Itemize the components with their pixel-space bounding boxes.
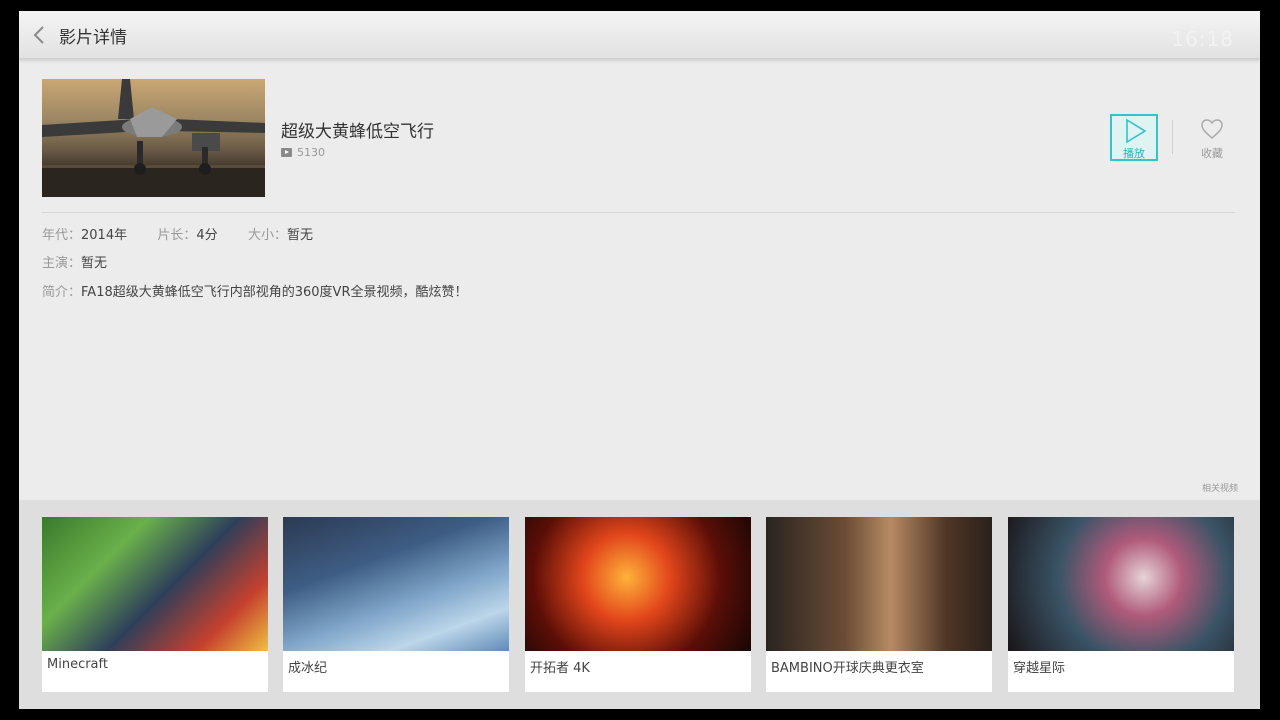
video-count-icon [281,148,292,157]
play-icon [1126,118,1147,144]
related-video-thumbnail [766,517,992,651]
header-bar: 影片详情 16:18 [19,11,1260,59]
related-video-title: 穿越星际 [1013,661,1066,676]
related-video-thumbnail [525,517,751,651]
related-video-title: BAMBINO开球庆典更衣室 [771,661,924,676]
duration-label: 片长： [157,228,197,243]
heart-icon [1201,119,1223,139]
movie-meta-row: 年代：2014年 片长：4分 大小：暂无 [42,224,313,243]
movie-poster [42,79,265,197]
cast-value: 暂无 [81,256,108,271]
duration-value: 4分 [196,228,218,243]
related-video-title: 成冰纪 [288,661,328,676]
size-value: 暂无 [286,228,313,243]
play-count-value: 5130 [297,146,325,159]
cast-row: 主演：暂无 [42,252,107,271]
play-label: 播放 [1123,147,1145,160]
video-detail-screen: 影片详情 16:18 超级大黄蜂低空飞行 5130 播放 收藏 年代：2014年… [19,11,1260,709]
action-divider [1172,120,1173,154]
favorite-button[interactable]: 收藏 [1187,115,1237,163]
movie-title: 超级大黄蜂低空飞行 [281,122,434,142]
chevron-left-icon [33,26,44,44]
clock: 16:18 [1171,27,1234,51]
year-value: 2014年 [81,228,128,243]
related-video-thumbnail [283,517,509,651]
related-video-card[interactable]: 穿越星际 [1008,517,1234,692]
related-video-thumbnail [42,517,268,651]
related-video-title: Minecraft [47,657,108,672]
related-video-card[interactable]: 开拓者 4K [525,517,751,692]
play-count: 5130 [281,146,325,159]
related-video-card[interactable]: Minecraft [42,517,268,692]
page-title: 影片详情 [59,28,127,48]
related-video-title: 开拓者 4K [530,661,590,676]
size-label: 大小： [247,228,287,243]
back-button[interactable] [31,24,49,46]
section-divider [42,212,1235,213]
play-button[interactable]: 播放 [1110,114,1158,161]
cast-label: 主演： [42,256,82,271]
synopsis-value: FA18超级大黄蜂低空飞行内部视角的360度VR全景视频，酷炫赞！ [81,285,468,300]
year-label: 年代： [42,228,82,243]
synopsis-row: 简介：FA18超级大黄蜂低空飞行内部视角的360度VR全景视频，酷炫赞！ [42,281,467,300]
favorite-label: 收藏 [1201,147,1223,160]
synopsis-label: 简介： [42,285,82,300]
related-video-card[interactable]: 成冰纪 [283,517,509,692]
related-video-card[interactable]: BAMBINO开球庆典更衣室 [766,517,992,692]
related-videos-label: 相关视频 [1201,484,1238,494]
related-video-thumbnail [1008,517,1234,651]
